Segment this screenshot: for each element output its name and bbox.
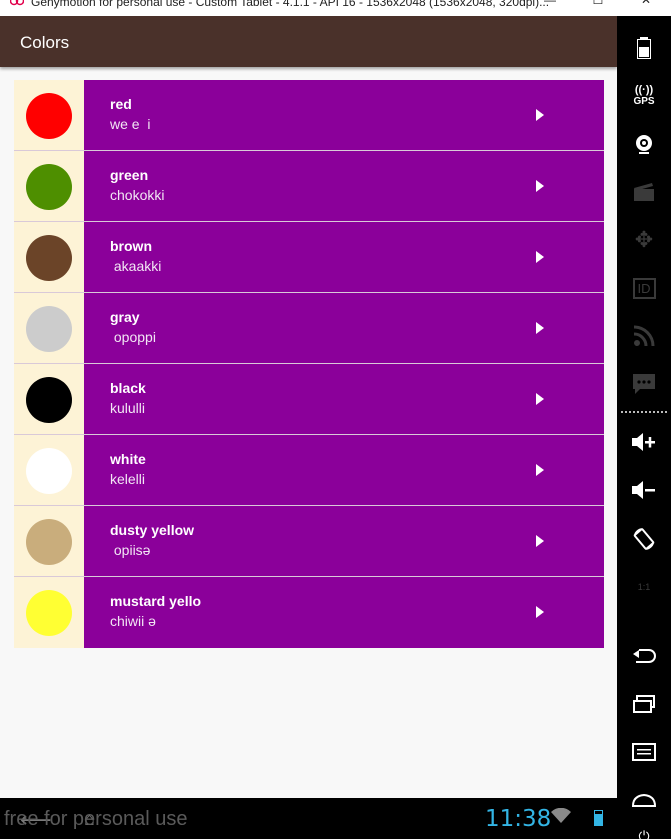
row-content[interactable]: white kelelli [84, 435, 604, 505]
toolbar-divider [621, 411, 667, 413]
translation-word: we e i [110, 116, 151, 132]
colors-list: red we e i green chokokki brown akaakki gray … [14, 80, 604, 648]
play-icon[interactable] [536, 393, 544, 405]
color-row-gray[interactable]: gray opoppi [14, 293, 604, 364]
color-row-white[interactable]: white kelelli [14, 435, 604, 506]
color-swatch [26, 590, 72, 636]
recent-apps-icon[interactable] [623, 684, 665, 724]
menu-icon[interactable] [623, 732, 665, 772]
color-row-black[interactable]: black kululli [14, 364, 604, 435]
system-bar: ⟵ ⌂ free for personal use 11:38 [0, 798, 617, 839]
color-swatch [26, 519, 72, 565]
row-content[interactable]: gray opoppi [84, 293, 604, 363]
play-icon[interactable] [536, 251, 544, 263]
play-icon[interactable] [536, 180, 544, 192]
app-screen: Colors red we e i green chokokki brown akaak… [0, 16, 617, 798]
close-button[interactable]: ✕ [626, 0, 666, 10]
english-word: brown [110, 238, 152, 254]
id-label: ID [632, 277, 656, 299]
color-swatch [26, 93, 72, 139]
color-swatch [26, 235, 72, 281]
translation-word: kululli [110, 400, 146, 416]
window-title: Genymotion for personal use - Custom Tab… [31, 0, 550, 9]
color-row-green[interactable]: green chokokki [14, 151, 604, 222]
english-word: mustard yello [110, 593, 202, 609]
translation-word: opoppi [110, 329, 156, 345]
english-word: white [110, 451, 146, 467]
row-content[interactable]: green chokokki [84, 151, 604, 221]
swatch-cell [14, 80, 84, 150]
power-icon[interactable]: ⏻ [623, 816, 665, 839]
row-content[interactable]: brown akaakki [84, 222, 604, 292]
remote-control-widget-icon[interactable]: ✥ [623, 220, 665, 260]
screencast-widget-icon[interactable] [623, 172, 665, 212]
swatch-cell [14, 364, 84, 434]
english-word: gray [110, 309, 140, 325]
color-row-brown[interactable]: brown akaakki [14, 222, 604, 293]
battery-widget-icon[interactable] [623, 28, 665, 68]
play-icon[interactable] [536, 109, 544, 121]
clock: 11:38 [485, 806, 552, 832]
back-button-icon[interactable] [623, 636, 665, 676]
battery-icon [594, 810, 603, 826]
webcam-widget-icon[interactable] [623, 124, 665, 164]
home-button-icon[interactable] [623, 780, 665, 820]
action-bar: Colors [0, 16, 617, 67]
minimize-button[interactable]: — [530, 0, 570, 10]
emulator-toolbar: ((·)) GPS ✥ ID 1:1 ⏻ [617, 16, 671, 839]
wifi-icon [551, 807, 571, 829]
watermark: free for personal use [4, 808, 188, 830]
rotate-screen-icon[interactable] [623, 519, 665, 559]
color-row-red[interactable]: red we e i [14, 80, 604, 151]
maximize-button[interactable]: ☐ [578, 0, 618, 10]
color-swatch [26, 377, 72, 423]
translation-word: akaakki [110, 258, 162, 274]
play-icon[interactable] [536, 464, 544, 476]
volume-down-icon[interactable] [623, 470, 665, 510]
translation-word: chokokki [110, 187, 165, 203]
page-title: Colors [20, 33, 70, 52]
row-content[interactable]: red we e i [84, 80, 604, 150]
pixel-perfect-icon[interactable]: 1:1 [623, 567, 665, 607]
row-content[interactable]: mustard yello chiwii ə [84, 577, 604, 648]
english-word: green [110, 167, 149, 183]
color-row-mustard-yello[interactable]: mustard yello chiwii ə [14, 577, 604, 648]
phone-sms-widget-icon[interactable] [623, 364, 665, 404]
swatch-cell [14, 151, 84, 221]
swatch-cell [14, 222, 84, 292]
gps-widget-icon[interactable]: ((·)) GPS [623, 76, 665, 116]
play-icon[interactable] [536, 322, 544, 334]
scale-label: 1:1 [637, 582, 651, 592]
english-word: black [110, 380, 146, 396]
english-word: dusty yellow [110, 522, 195, 538]
gps-label: GPS [633, 96, 655, 107]
translation-word: kelelli [110, 471, 146, 487]
identifiers-widget-icon[interactable]: ID [623, 268, 665, 308]
swatch-cell [14, 435, 84, 505]
swatch-cell [14, 506, 84, 576]
network-widget-icon[interactable] [623, 316, 665, 356]
translation-word: chiwii ə [110, 613, 156, 629]
color-swatch [26, 164, 72, 210]
color-row-dusty-yellow[interactable]: dusty yellow opiisə [14, 506, 604, 577]
swatch-cell [14, 293, 84, 363]
swatch-cell [14, 577, 84, 648]
english-word: red [110, 96, 132, 112]
row-content[interactable]: black kululli [84, 364, 604, 434]
play-icon[interactable] [536, 535, 544, 547]
genymotion-logo-icon [10, 0, 24, 6]
row-content[interactable]: dusty yellow opiisə [84, 506, 604, 576]
color-swatch [26, 448, 72, 494]
volume-up-icon[interactable] [623, 422, 665, 462]
color-swatch [26, 306, 72, 352]
play-icon[interactable] [536, 606, 544, 618]
window-title-bar: Genymotion for personal use - Custom Tab… [0, 0, 671, 16]
translation-word: opiisə [110, 542, 151, 558]
